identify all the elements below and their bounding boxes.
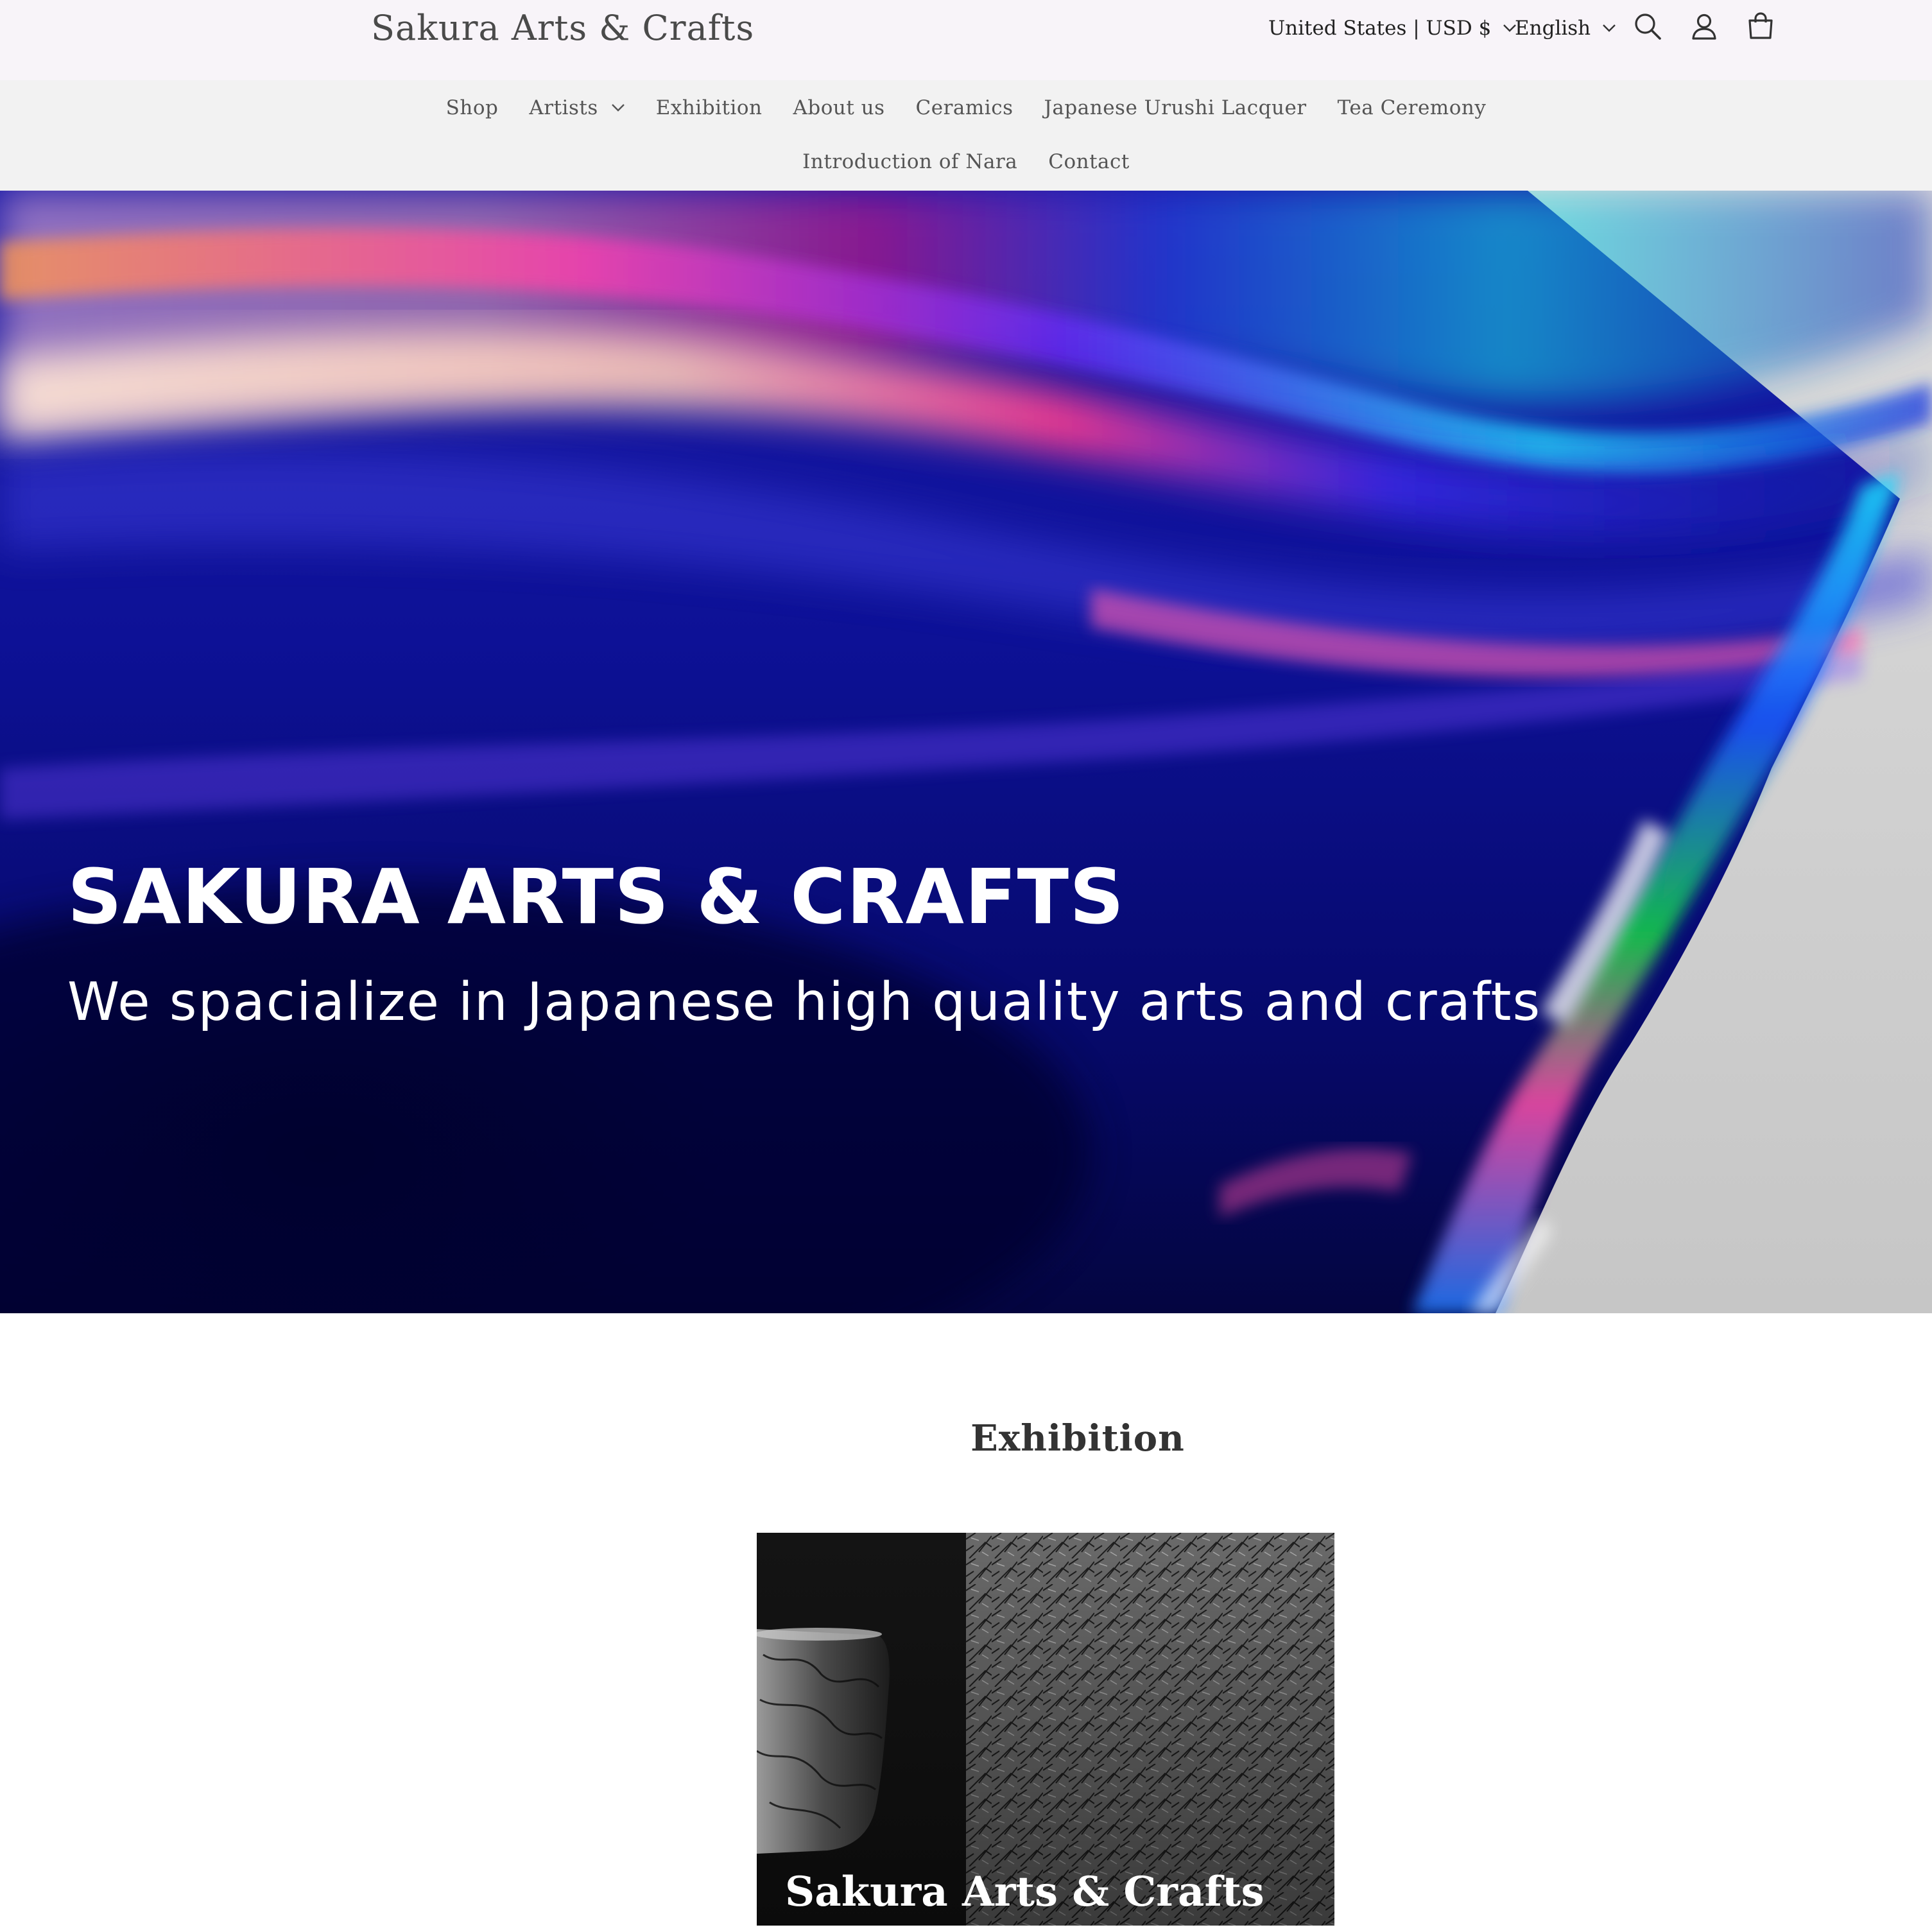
- nav-item-label: Ceramics: [915, 96, 1013, 119]
- nav-row-primary: Shop Artists Exhibition About us Ceramic…: [0, 92, 1932, 124]
- nav-item-ceramics[interactable]: Ceramics: [901, 92, 1029, 124]
- language-selector[interactable]: English: [1515, 9, 1616, 47]
- exhibition-card-caption: Sakura Arts & Crafts: [785, 1868, 1264, 1916]
- country-selector-label: United States | USD $: [1268, 17, 1492, 40]
- hero-banner: SAKURA ARTS & CRAFTS We spacialize in Ja…: [0, 191, 1932, 1313]
- nav-row-secondary: Introduction of Nara Contact: [0, 146, 1932, 178]
- nav-item-tea-ceremony[interactable]: Tea Ceremony: [1322, 92, 1502, 124]
- nav-item-shop[interactable]: Shop: [431, 92, 514, 124]
- main-navigation: Shop Artists Exhibition About us Ceramic…: [0, 80, 1932, 191]
- nav-item-artists[interactable]: Artists: [513, 92, 640, 124]
- hero-title: SAKURA ARTS & CRAFTS: [67, 852, 1125, 941]
- nav-item-exhibition[interactable]: Exhibition: [641, 92, 778, 124]
- nav-item-introduction-of-nara[interactable]: Introduction of Nara: [787, 146, 1033, 178]
- nav-item-label: Exhibition: [655, 96, 763, 119]
- search-icon[interactable]: [1632, 10, 1664, 42]
- nav-item-label: Contact: [1048, 150, 1130, 173]
- nav-item-about-us[interactable]: About us: [778, 92, 901, 124]
- chevron-down-icon: [611, 104, 625, 112]
- exhibition-card[interactable]: Sakura Arts & Crafts: [757, 1533, 1334, 1926]
- nav-item-label: Shop: [445, 96, 499, 119]
- chevron-down-icon: [1603, 24, 1616, 32]
- site-logo[interactable]: Sakura Arts & Crafts: [371, 5, 754, 51]
- nav-item-label: Tea Ceremony: [1337, 96, 1487, 119]
- exhibition-heading: Exhibition: [970, 1417, 1185, 1460]
- nav-item-label: About us: [793, 96, 885, 119]
- country-selector[interactable]: United States | USD $: [1268, 9, 1517, 47]
- nav-item-contact[interactable]: Contact: [1033, 146, 1145, 178]
- hero-background-image: [0, 191, 1932, 1313]
- nav-item-label: Japanese Urushi Lacquer: [1044, 96, 1307, 119]
- hero-subtitle: We spacialize in Japanese high quality a…: [67, 972, 1542, 1033]
- nav-item-urushi-lacquer[interactable]: Japanese Urushi Lacquer: [1029, 92, 1322, 124]
- account-icon[interactable]: [1688, 10, 1720, 42]
- site-header: Sakura Arts & Crafts United States | USD…: [0, 0, 1932, 80]
- nav-item-label: Artists: [529, 96, 598, 119]
- language-selector-label: English: [1515, 17, 1591, 40]
- cart-icon[interactable]: [1745, 10, 1777, 42]
- nav-item-label: Introduction of Nara: [802, 150, 1018, 173]
